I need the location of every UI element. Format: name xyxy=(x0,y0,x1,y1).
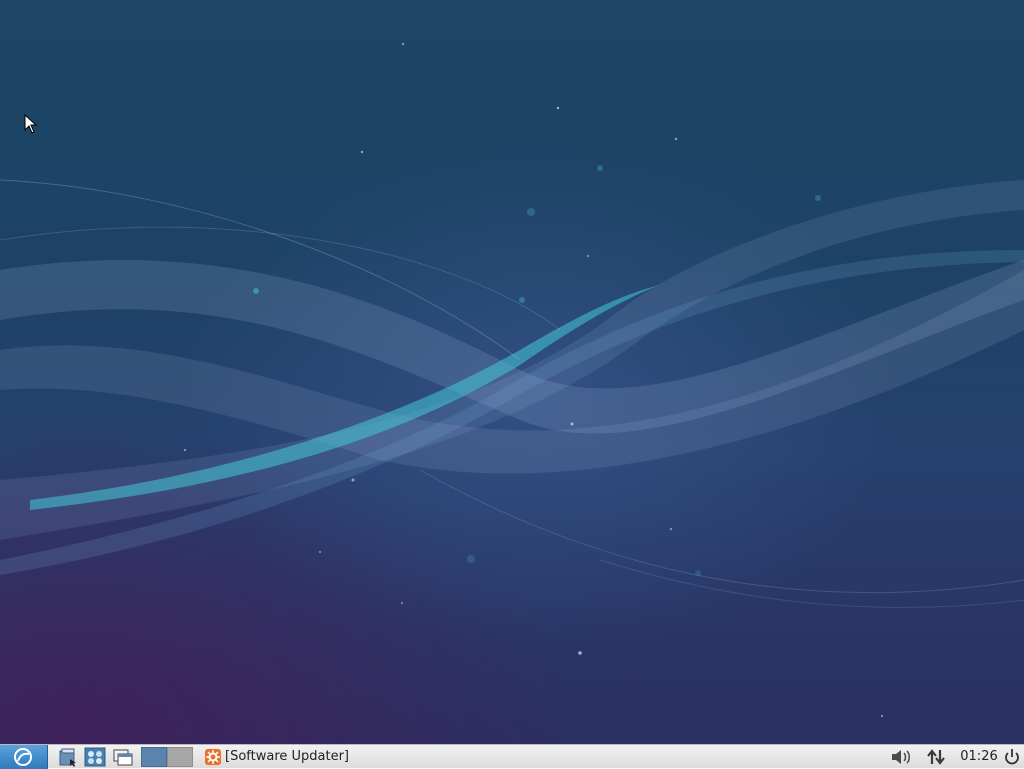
task-software-updater[interactable]: [Software Updater] xyxy=(202,746,382,768)
network-manager-icon xyxy=(84,747,106,767)
taskbar-panel: [Software Updater] 01:26 xyxy=(0,744,1024,769)
network-status-button[interactable] xyxy=(924,746,948,768)
volume-icon xyxy=(892,750,910,764)
task-label: [Software Updater] xyxy=(225,749,350,764)
show-desktop-icon xyxy=(113,749,133,766)
file-manager-launcher[interactable] xyxy=(56,746,80,768)
lubuntu-logo-icon xyxy=(14,748,32,766)
power-icon xyxy=(1005,749,1019,765)
application-menu-button[interactable] xyxy=(0,745,48,769)
power-button[interactable] xyxy=(1001,746,1023,768)
network-arrows-icon xyxy=(927,749,945,765)
workspace-1-button[interactable] xyxy=(141,747,167,767)
show-desktop-launcher[interactable] xyxy=(110,746,134,768)
wallpaper-wave-art xyxy=(0,42,1024,718)
clock[interactable]: 01:26 xyxy=(958,746,1000,768)
mouse-pointer-icon xyxy=(24,114,38,134)
file-manager-icon xyxy=(59,748,76,767)
software-updater-icon xyxy=(205,749,221,765)
volume-button[interactable] xyxy=(888,746,914,768)
desktop[interactable] xyxy=(0,0,1024,744)
network-manager-launcher[interactable] xyxy=(82,746,106,768)
workspace-2-button[interactable] xyxy=(167,747,193,767)
